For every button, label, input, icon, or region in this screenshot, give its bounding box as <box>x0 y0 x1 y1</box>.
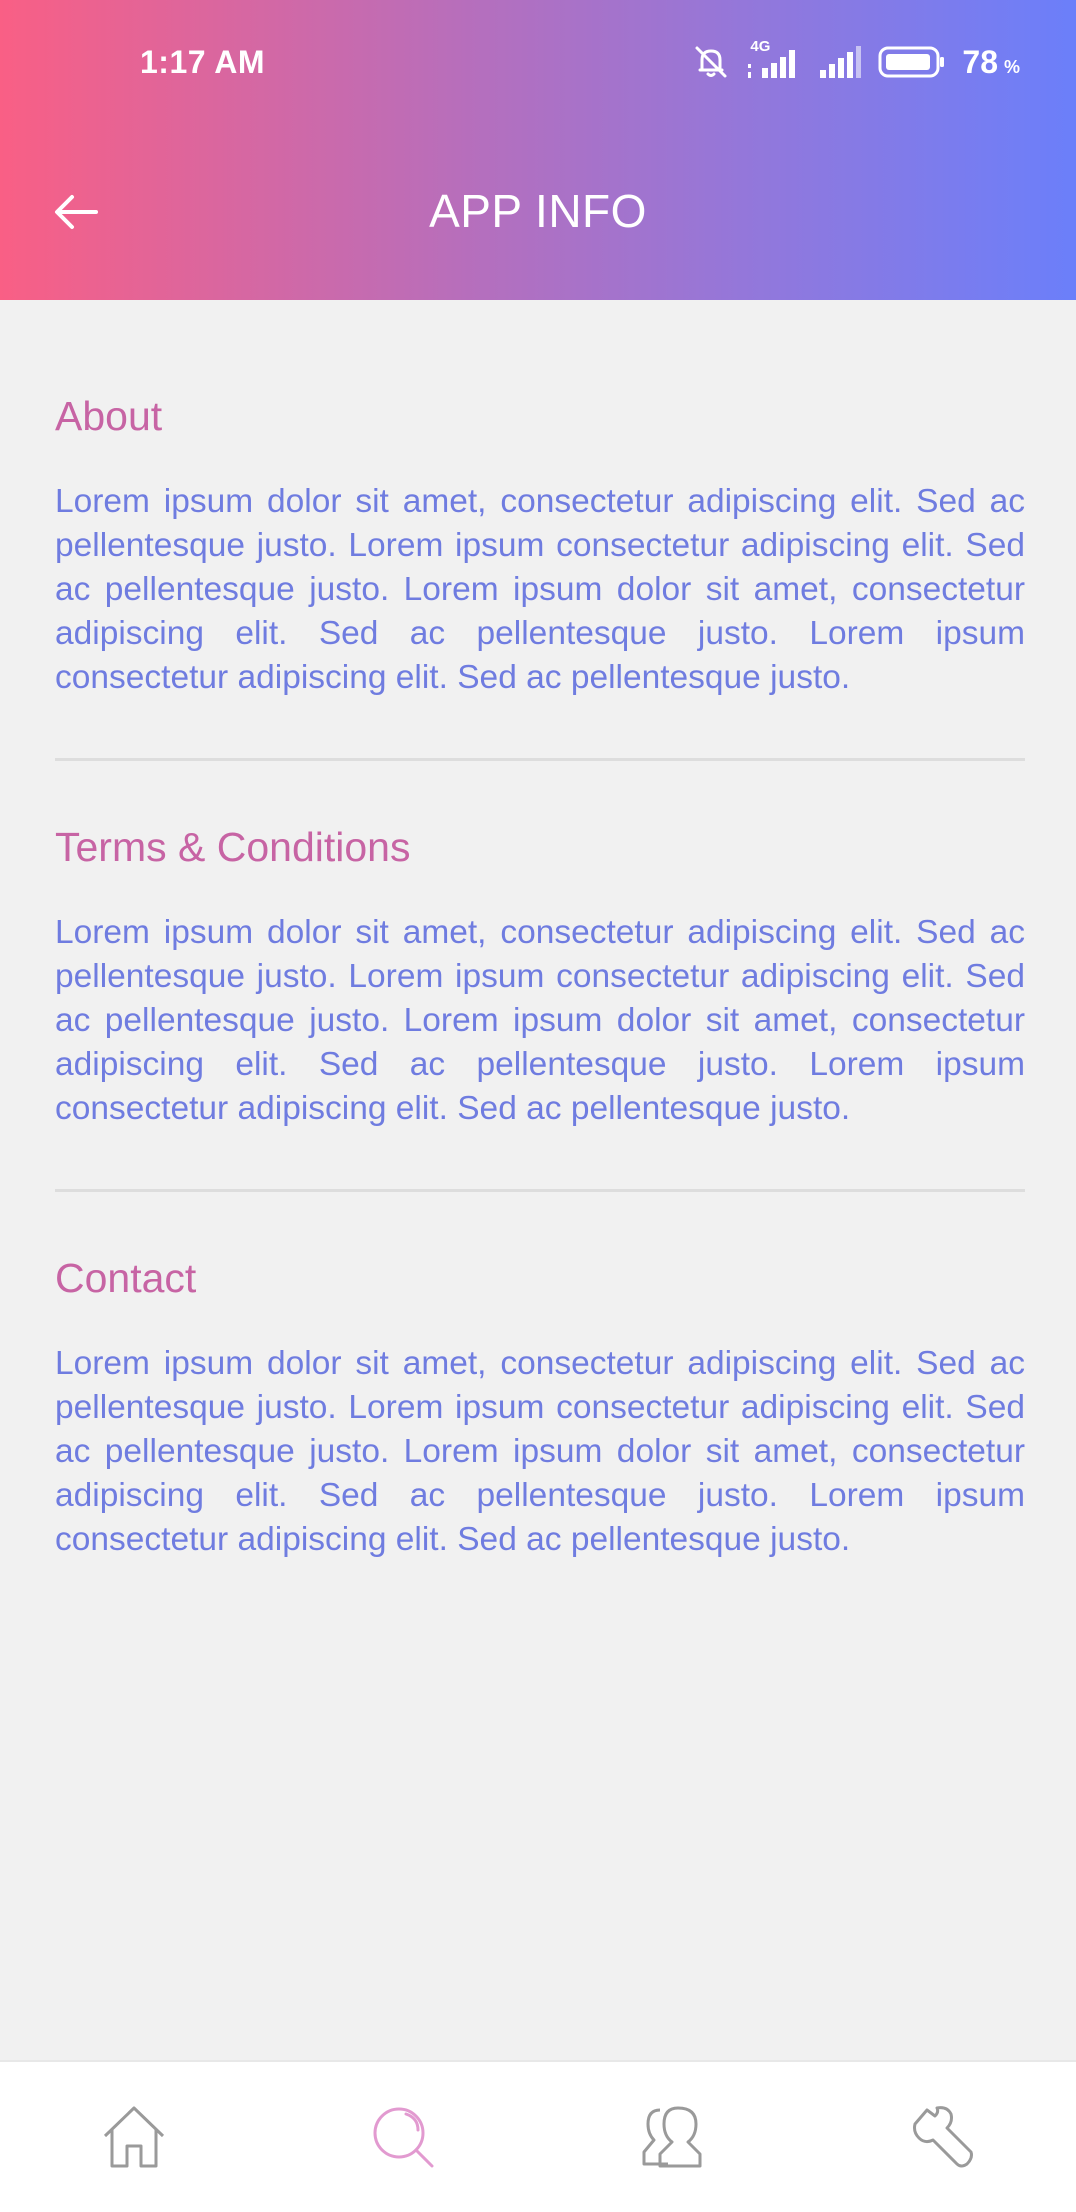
status-time: 1:17 AM <box>140 44 266 80</box>
terms-title: Terms & Conditions <box>55 824 411 870</box>
home-icon <box>103 2106 165 2168</box>
nav-users-button[interactable] <box>601 2082 745 2192</box>
about-title: About <box>55 393 163 439</box>
status-icons: 4G 78 % <box>692 38 1020 82</box>
contact-body: Lorem ipsum dolor sit amet, consectetur … <box>55 1345 1025 1558</box>
contact-title: Contact <box>55 1255 197 1301</box>
battery-icon <box>878 45 946 79</box>
mute-icon <box>692 43 730 81</box>
about-body: Lorem ipsum dolor sit amet, consectetur … <box>55 483 1025 696</box>
info-content: About Lorem ipsum dolor sit amet, consec… <box>55 300 1025 1562</box>
signal-4g-icon: 4G <box>746 38 802 82</box>
users-icon <box>642 2106 702 2168</box>
nav-home-button[interactable] <box>62 2082 206 2192</box>
nav-search-button[interactable] <box>331 2082 475 2192</box>
bottom-navigation <box>0 2060 1076 2212</box>
wrench-icon <box>912 2106 973 2168</box>
contact-section: Contact Lorem ipsum dolor sit amet, cons… <box>55 1192 1025 1562</box>
page-title: APP INFO <box>429 185 647 237</box>
battery-percent-value: 78 <box>962 43 998 80</box>
nav-settings-button[interactable] <box>870 2082 1014 2192</box>
battery-percent-unit: % <box>1003 56 1020 77</box>
terms-body: Lorem ipsum dolor sit amet, consectetur … <box>55 914 1025 1127</box>
search-icon <box>373 2107 434 2168</box>
signal-icon <box>818 42 862 82</box>
about-section: About Lorem ipsum dolor sit amet, consec… <box>55 300 1025 700</box>
status-bar: 1:17 AM 4G 78 % <box>0 0 1076 126</box>
battery-percentage: 78 % <box>962 44 1020 81</box>
app-header: 1:17 AM 4G 78 % APP INFO <box>0 0 1076 300</box>
terms-section: Terms & Conditions Lorem ipsum dolor sit… <box>55 761 1025 1131</box>
